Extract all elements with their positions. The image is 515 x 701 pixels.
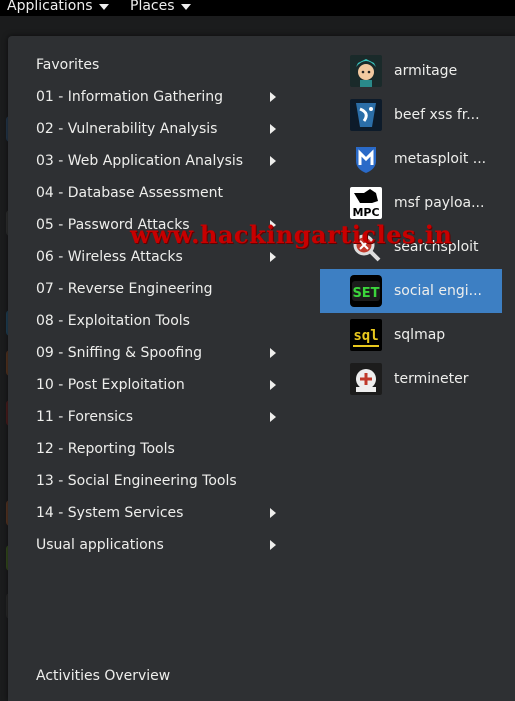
category-item[interactable]: Usual applications	[36, 535, 164, 555]
app-label: beef xss fr...	[394, 107, 480, 123]
beef-icon	[350, 99, 382, 131]
svg-text:MPC: MPC	[352, 206, 379, 219]
category-item[interactable]: 06 - Wireless Attacks	[36, 247, 183, 267]
category-item[interactable]: 08 - Exploitation Tools	[36, 311, 190, 331]
app-label: armitage	[394, 63, 458, 79]
app-label: termineter	[394, 371, 469, 387]
category-item[interactable]: 04 - Database Assessment	[36, 183, 223, 203]
submenu-arrow-icon	[270, 348, 276, 358]
app-item-selected[interactable]: SET social engi...	[320, 269, 502, 313]
applications-label: Applications	[7, 0, 93, 14]
app-label: sqlmap	[394, 327, 446, 343]
app-item[interactable]: sql sqlmap	[320, 313, 502, 357]
app-label: social engi...	[394, 283, 482, 299]
svg-text:SET: SET	[352, 286, 379, 301]
submenu-arrow-icon	[270, 412, 276, 422]
app-item[interactable]: termineter	[320, 357, 502, 401]
app-item[interactable]: metasploit ...	[320, 137, 502, 181]
chevron-down-icon	[180, 4, 191, 10]
category-item[interactable]: 01 - Information Gathering	[36, 87, 223, 107]
app-item[interactable]: MPC msf payloa...	[320, 181, 502, 225]
submenu-arrow-icon	[270, 508, 276, 518]
submenu-arrow-icon	[270, 124, 276, 134]
termineter-icon	[350, 363, 382, 395]
submenu-arrow-icon	[270, 156, 276, 166]
top-bar: Applications Places	[0, 0, 515, 16]
submenu-arrow-icon	[270, 540, 276, 550]
category-item[interactable]: 09 - Sniffing & Spoofing	[36, 343, 202, 363]
category-item[interactable]: Favorites	[36, 55, 99, 75]
set-icon: SET	[350, 275, 382, 307]
app-label: msf payloa...	[394, 195, 485, 211]
msfpc-icon: MPC	[350, 187, 382, 219]
chevron-down-icon	[98, 4, 109, 10]
app-label: metasploit ...	[394, 151, 487, 167]
category-item[interactable]: 10 - Post Exploitation	[36, 375, 185, 395]
submenu-arrow-icon	[270, 92, 276, 102]
applications-menu-button[interactable]: Applications	[7, 0, 109, 13]
activities-overview-link[interactable]: Activities Overview	[36, 668, 170, 684]
app-item[interactable]: beef xss fr...	[320, 93, 502, 137]
svg-text:sql: sql	[353, 328, 378, 344]
category-item[interactable]: 07 - Reverse Engineering	[36, 279, 213, 299]
category-item[interactable]: 11 - Forensics	[36, 407, 133, 427]
watermark: www.hackingarticles.in	[130, 220, 453, 249]
category-item[interactable]: 02 - Vulnerability Analysis	[36, 119, 217, 139]
app-item[interactable]: armitage	[320, 49, 502, 93]
sqlmap-icon: sql	[350, 319, 382, 351]
category-item[interactable]: 13 - Social Engineering Tools	[36, 471, 237, 491]
places-menu-button[interactable]: Places	[130, 0, 191, 13]
category-item[interactable]: 03 - Web Application Analysis	[36, 151, 243, 171]
category-item[interactable]: 14 - System Services	[36, 503, 183, 523]
submenu-arrow-icon	[270, 252, 276, 262]
submenu-arrow-icon	[270, 380, 276, 390]
category-item[interactable]: 12 - Reporting Tools	[36, 439, 175, 459]
places-label: Places	[130, 0, 175, 14]
applications-menu: Favorites 01 - Information Gathering 02 - …	[8, 36, 515, 701]
metasploit-icon	[350, 143, 382, 175]
armitage-icon	[350, 55, 382, 87]
